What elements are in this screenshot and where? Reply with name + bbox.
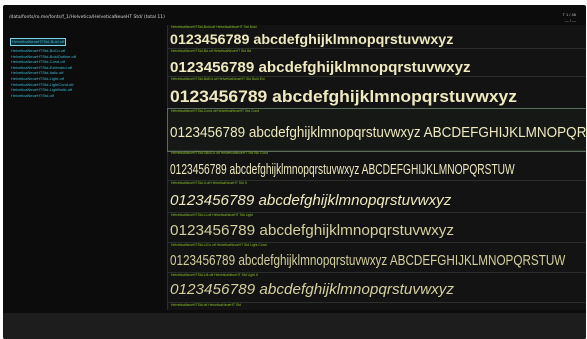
font-sample-row[interactable]: HelveticaNeueHTStd-XBlkCn.otf HelveticaN…	[168, 151, 586, 181]
font-sample-meta: HelveticaNeueHTStd.otf HelveticaNeueHT S…	[171, 303, 241, 307]
font-sample-row[interactable]: HelveticaNeueHTStd-BdExt.otf HelveticaNe…	[168, 77, 586, 109]
font-sample-row[interactable]: HelveticaNeueHTStd-Lt.otf HelveticaNeueH…	[168, 213, 586, 243]
font-sample-row[interactable]: HelveticaNeueHTStd.otf HelveticaNeueHT S…	[168, 303, 586, 310]
font-sample-meta: HelveticaNeueHTStd-LtIt.otf HelveticaNeu…	[171, 273, 258, 277]
font-sample-meta: HelveticaNeueHTStd-Lt.otf HelveticaNeueH…	[171, 213, 254, 217]
font-sample-text: 0123456789 abcdefghijklmnopqrstuvwxyz	[170, 281, 455, 298]
font-sample-text: 0123456789 abcdefghijklmnopqrstuvwxyz	[170, 222, 455, 239]
font-sample-row[interactable]: HelveticaNeueHTStd-Bold.otf HelveticaNeu…	[168, 25, 586, 49]
font-sample-row[interactable]: HelveticaNeueHTStd-Bd.otf HelveticaNeueH…	[168, 49, 586, 77]
font-sample-meta: HelveticaNeueHTStd-Bold.otf HelveticaNeu…	[171, 25, 257, 29]
font-sample-meta: HelveticaNeueHTStd-Cond.otf HelveticaNeu…	[171, 109, 260, 113]
status-bar	[3, 313, 586, 339]
font-sample-row[interactable]: HelveticaNeueHTStd-LtIt.otf HelveticaNeu…	[168, 273, 586, 303]
font-sample-text: 0123456789 abcdefghijklmnopqrstuvwxyz AB…	[170, 124, 586, 141]
font-preview-panel: HelveticaNeueHTStd-Bold.otf HelveticaNeu…	[167, 25, 586, 310]
font-sample-row[interactable]: HelveticaNeueHTStd-LtCn.otf HelveticaNeu…	[168, 243, 586, 273]
font-sample-meta: HelveticaNeueHTStd-It.otf HelveticaNeueH…	[171, 181, 247, 185]
font-file-list: HelveticaNeueHTStd-Bold.otf HelveticaNeu…	[9, 30, 161, 99]
app-window: /data/fonts/ro.me/fonts/f_1/Helvetica/He…	[3, 5, 586, 339]
window-title: /data/fonts/ro.me/fonts/f_1/Helvetica/He…	[9, 15, 165, 20]
font-sample-text: 0123456789 abcdefghijklmnopqrstuvwxyz	[170, 88, 518, 106]
font-file-item[interactable]: HelveticaNeueHTStd.otf	[11, 93, 161, 99]
font-sample-meta: HelveticaNeueHTStd-LtCn.otf HelveticaNeu…	[171, 243, 267, 247]
font-sample-meta: HelveticaNeueHTStd-XBlkCn.otf HelveticaN…	[171, 151, 268, 155]
font-sample-text: 0123456789 abcdefghijklmnopqrstuvwxyz AB…	[170, 161, 515, 178]
page-indicator-bottom: — / —	[564, 18, 576, 23]
font-sample-meta: HelveticaNeueHTStd-Bd.otf HelveticaNeueH…	[171, 49, 252, 53]
font-sample-text: 0123456789 abcdefghijklmnopqrstuvwxyz	[170, 59, 471, 76]
font-sample-text: 0123456789 abcdefghijklmnopqrstuvwxyz	[170, 31, 454, 47]
font-sample-row[interactable]: HelveticaNeueHTStd-It.otf HelveticaNeueH…	[168, 181, 586, 213]
font-sample-row-selected[interactable]: HelveticaNeueHTStd-Cond.otf HelveticaNeu…	[167, 108, 586, 152]
page-indicator: T 1 / 46 — / —	[563, 12, 577, 24]
font-sample-text: 0123456789 abcdefghijklmnopqrstuvwxyz	[170, 192, 452, 209]
font-sample-meta: HelveticaNeueHTStd-BdExt.otf HelveticaNe…	[171, 77, 265, 81]
font-file-item[interactable]: HelveticaNeueHTStd-Bold.otf	[9, 38, 67, 46]
font-sample-text: 0123456789 abcdefghijklmnopqrstuvwxyz AB…	[170, 252, 566, 269]
